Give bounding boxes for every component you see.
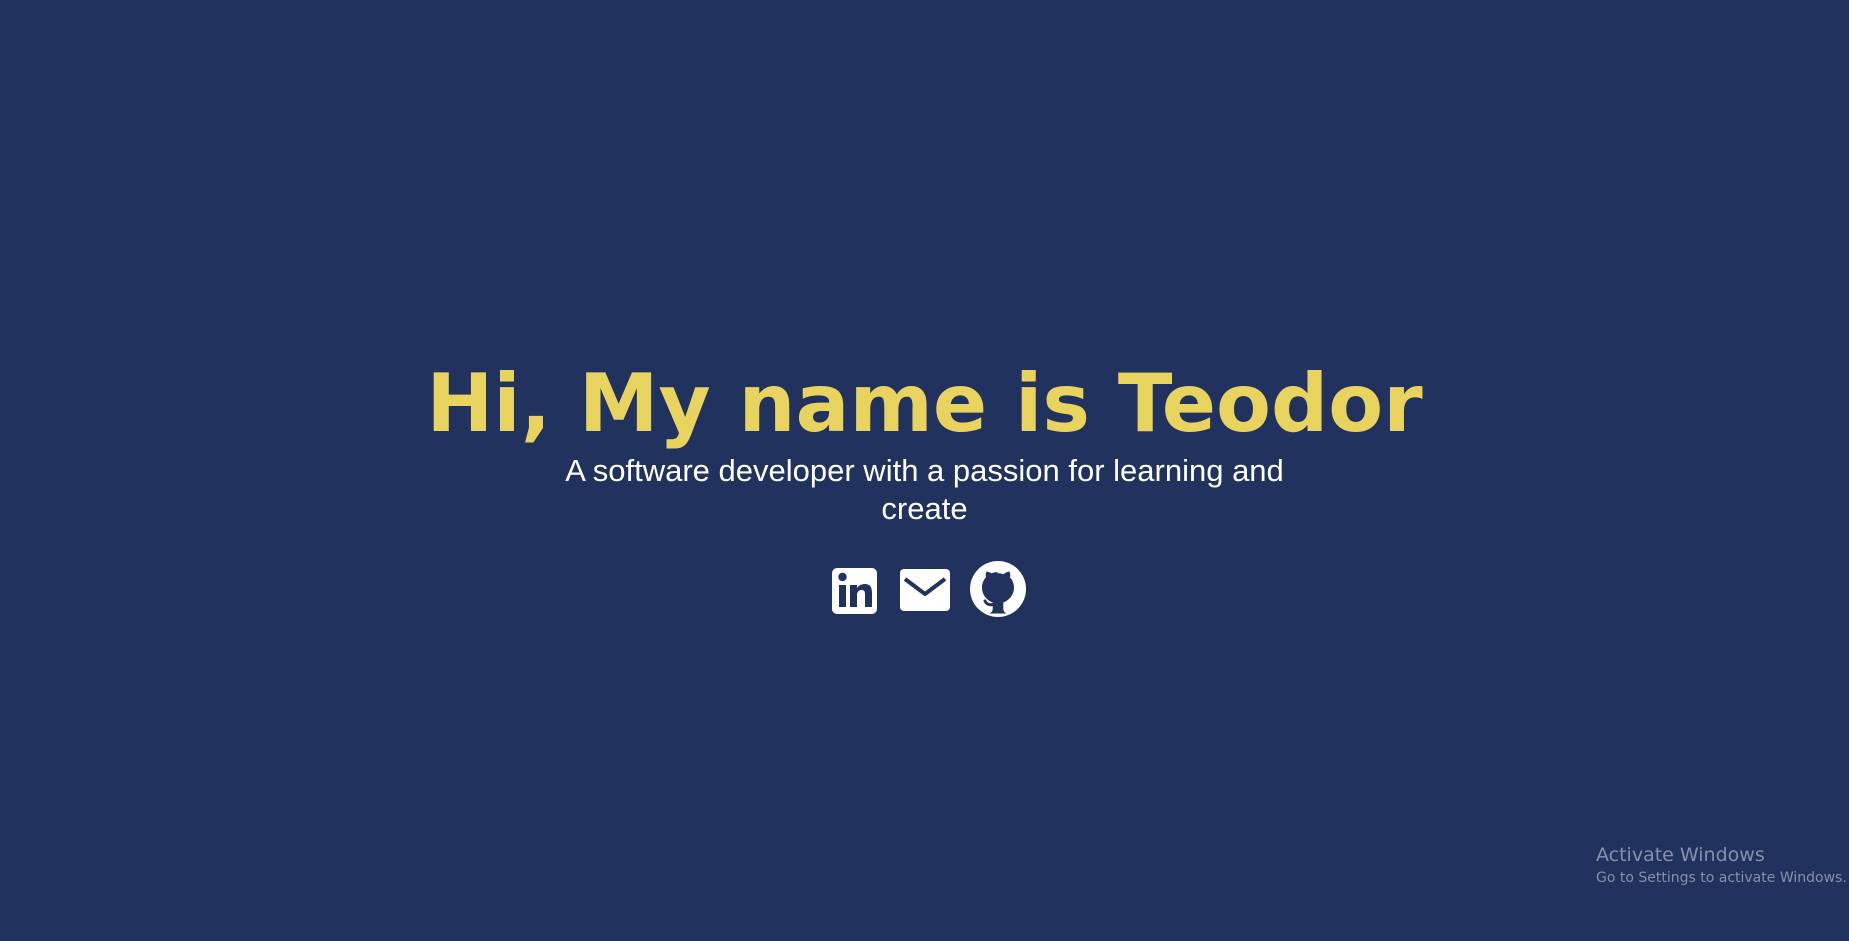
mail-icon (899, 569, 950, 611)
hero-section: Hi, My name is Teodor A software develop… (0, 356, 1849, 619)
linkedin-link[interactable] (830, 559, 880, 619)
hero-subtitle: A software developer with a passion for … (565, 453, 1284, 526)
hero-title: Hi, My name is Teodor (426, 357, 1423, 450)
activate-windows-subtitle: Go to Settings to activate Windows. (1596, 870, 1847, 886)
email-link[interactable] (899, 559, 950, 619)
github-link[interactable] (969, 559, 1026, 619)
activate-windows-watermark: Activate Windows Go to Settings to activ… (1596, 843, 1847, 888)
activate-windows-title: Activate Windows (1596, 844, 1765, 866)
social-links (0, 559, 1849, 619)
github-icon (969, 561, 1026, 617)
linkedin-icon (831, 568, 877, 614)
